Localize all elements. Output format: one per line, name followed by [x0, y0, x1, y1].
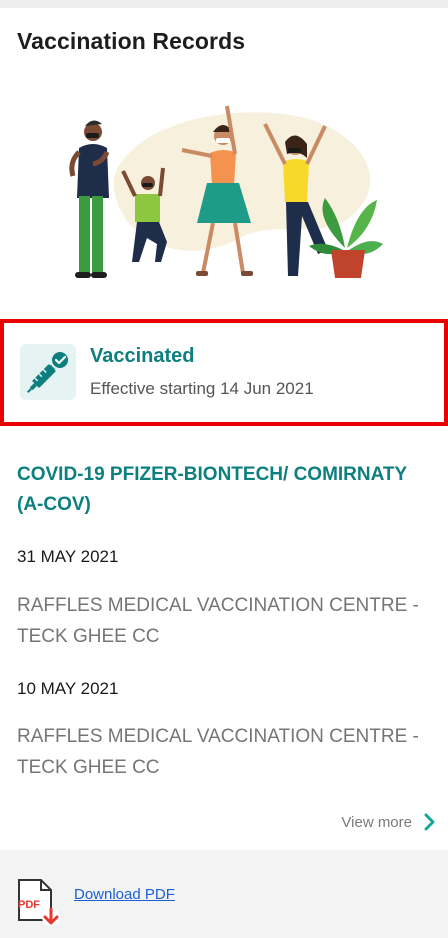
chevron-right-icon — [424, 813, 435, 831]
vaccine-name: COVID-19 PFIZER-BIONTECH/ COMIRNATY (A-C… — [17, 464, 407, 515]
vaccination-status-card: Vaccinated Effective starting 14 Jun 202… — [0, 319, 448, 426]
page-title: Vaccination Records — [17, 28, 246, 54]
dose-location: RAFFLES MEDICAL VACCINATION CENTRE - TEC… — [17, 726, 419, 778]
top-strip — [0, 0, 448, 8]
footer: PDF Download PDF — [0, 850, 448, 938]
view-more-link[interactable]: View more — [341, 813, 436, 831]
status-title: Vaccinated — [90, 345, 195, 367]
view-more-label: View more — [341, 813, 412, 831]
dose-date: 10 MAY 2021 — [17, 679, 119, 698]
download-pdf-link[interactable]: Download PDF — [74, 886, 175, 903]
pdf-download-icon[interactable]: PDF — [16, 879, 62, 929]
vaccine-check-icon — [20, 344, 76, 400]
dose-location: RAFFLES MEDICAL VACCINATION CENTRE - TEC… — [17, 595, 419, 647]
dose-date: 31 MAY 2021 — [17, 547, 119, 566]
status-effective-date: Effective starting 14 Jun 2021 — [90, 379, 314, 398]
pdf-icon-text: PDF — [18, 899, 40, 911]
family-celebration-illustration — [69, 105, 383, 278]
